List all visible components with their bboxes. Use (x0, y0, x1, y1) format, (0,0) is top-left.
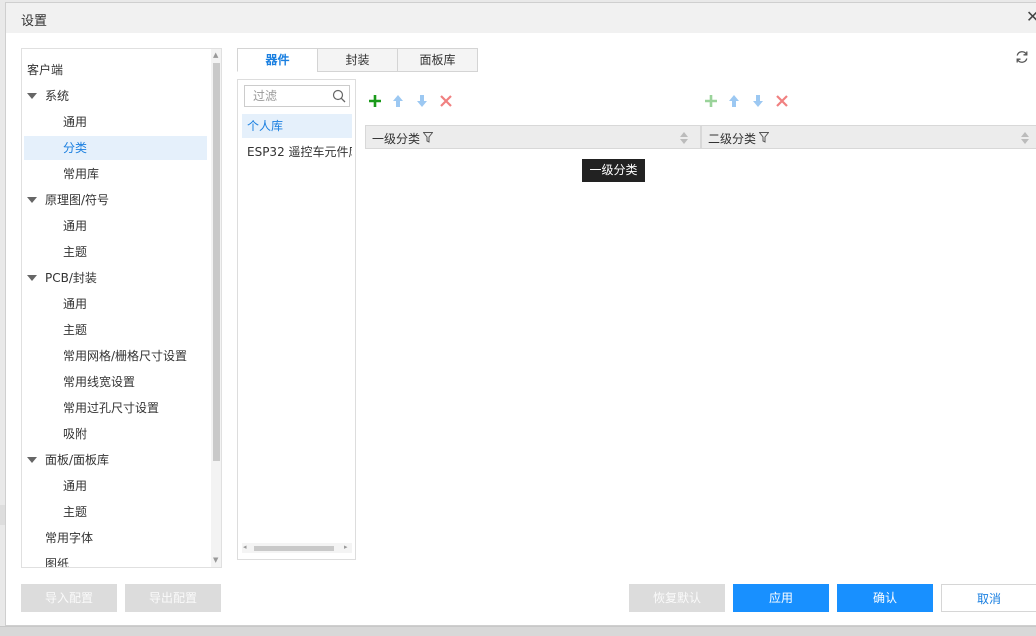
tree-item-label: 常用过孔尺寸设置 (63, 401, 160, 415)
cancel-button[interactable]: 取消 (941, 584, 1036, 612)
tree-item-pcb-via-size[interactable]: 常用过孔尺寸设置 (63, 396, 159, 420)
level1-column-header[interactable]: 一级分类 (365, 125, 701, 149)
tree-item-label: 通用 (63, 115, 88, 129)
tree-item-label: 原理图/符号 (45, 193, 110, 207)
tree-item-label: 主题 (63, 323, 88, 337)
tree-item-label: 常用网格/栅格尺寸设置 (63, 349, 188, 363)
apply-button[interactable]: 应用 (733, 584, 829, 612)
level2-column-header[interactable]: 二级分类 (701, 125, 1036, 149)
tree-item-label: 分类 (63, 141, 88, 155)
tree-item-label: 通用 (63, 479, 88, 493)
import-config-button[interactable]: 导入配置 (21, 584, 117, 612)
library-hscrollbar[interactable]: ◂ ▸ (242, 543, 352, 553)
tree-item-system-general[interactable]: 通用 (63, 110, 87, 134)
tab-component[interactable]: 器件 (237, 48, 318, 72)
tree-item-schematic-theme[interactable]: 主题 (63, 240, 87, 264)
tree-item-label: 常用线宽设置 (63, 375, 136, 389)
tree-item-pcb[interactable]: PCB/封装 (27, 266, 97, 290)
tree-item-panel[interactable]: 面板/面板库 (27, 448, 109, 472)
caret-down-icon[interactable] (27, 275, 37, 281)
close-icon[interactable]: ✕ (1026, 7, 1036, 27)
arrow-down-icon[interactable] (750, 93, 766, 109)
tree-item-pcb-general[interactable]: 通用 (63, 292, 87, 316)
title-bar: 设置 ✕ (6, 3, 1036, 33)
sort-icon[interactable] (679, 131, 689, 145)
column-tooltip: 一级分类 (582, 159, 645, 182)
dialog-title: 设置 (21, 14, 48, 29)
reset-default-button[interactable]: 恢复默认 (629, 584, 725, 612)
library-item-personal[interactable]: 个人库 (242, 114, 352, 138)
tree-item-label: 系统 (45, 89, 70, 103)
tree-scrollbar-thumb[interactable] (213, 63, 220, 461)
tree-item-system[interactable]: 系统 (27, 84, 69, 108)
tree-item-schematic[interactable]: 原理图/符号 (27, 188, 109, 212)
tree-item-label: 主题 (63, 505, 88, 519)
tree-item-panel-theme[interactable]: 主题 (63, 500, 87, 524)
tree-item-pcb-grid-size[interactable]: 常用网格/栅格尺寸设置 (63, 344, 187, 368)
tree-item-pcb-line-width[interactable]: 常用线宽设置 (63, 370, 135, 394)
level1-column-label: 一级分类 (372, 132, 421, 146)
funnel-icon[interactable] (759, 132, 769, 143)
refresh-icon[interactable] (1014, 49, 1030, 65)
tab-panel-library[interactable]: 面板库 (397, 48, 478, 72)
scroll-right-arrow-icon[interactable]: ▸ (344, 543, 348, 551)
library-hscrollbar-thumb[interactable] (254, 546, 334, 551)
settings-dialog: 设置 ✕ 客户端 系统 通用 分类 常用库 原理图/符号 通用 主题 PCB/封… (5, 2, 1036, 626)
tree-item-label: 常用库 (63, 167, 100, 181)
tree-item-label: 图纸 (45, 557, 70, 568)
arrow-down-icon[interactable] (414, 93, 430, 109)
sort-icon[interactable] (1020, 131, 1030, 145)
confirm-button[interactable]: 确认 (837, 584, 933, 612)
plus-icon[interactable] (703, 93, 719, 109)
export-config-button[interactable]: 导出配置 (125, 584, 221, 612)
tree-item-label: 面板/面板库 (45, 453, 110, 467)
tree-item-schematic-general[interactable]: 通用 (63, 214, 87, 238)
funnel-icon[interactable] (423, 132, 433, 143)
tab-footprint[interactable]: 封装 (317, 48, 398, 72)
caret-down-icon[interactable] (27, 93, 37, 99)
arrow-up-icon[interactable] (726, 93, 742, 109)
tree-item-label: 通用 (63, 297, 88, 311)
tree-item-system-category[interactable]: 分类 (24, 136, 207, 160)
tree-item-client[interactable]: 客户端 (27, 58, 63, 82)
library-filter-box (244, 85, 350, 107)
x-icon[interactable] (438, 93, 454, 109)
tree-item-pcb-snap[interactable]: 吸附 (63, 422, 87, 446)
tree-item-label: 客户端 (27, 63, 64, 77)
tree-scrollbar[interactable]: ▲ ▼ (211, 49, 221, 567)
library-panel: 个人库 ESP32 遥控车元件库 ◂ ▸ (237, 79, 356, 560)
tree-item-label: PCB/封装 (45, 271, 97, 285)
x-icon[interactable] (774, 93, 790, 109)
scroll-up-arrow-icon[interactable]: ▲ (213, 51, 218, 59)
library-item-esp32[interactable]: ESP32 遥控车元件库 (242, 140, 352, 164)
search-icon[interactable] (332, 89, 346, 103)
tree-item-label: 常用字体 (45, 531, 94, 545)
tree-item-pcb-theme[interactable]: 主题 (63, 318, 87, 342)
tree-item-label: 主题 (63, 245, 88, 259)
library-filter-input[interactable] (245, 86, 341, 106)
caret-down-icon[interactable] (27, 197, 37, 203)
tree-item-label: 通用 (63, 219, 88, 233)
tree-item-common-fonts[interactable]: 常用字体 (45, 526, 93, 550)
level2-column-label: 二级分类 (708, 132, 757, 146)
tree-item-drawing[interactable]: 图纸 (45, 552, 70, 568)
arrow-up-icon[interactable] (390, 93, 406, 109)
settings-nav-tree: 客户端 系统 通用 分类 常用库 原理图/符号 通用 主题 PCB/封装 通用 … (21, 48, 222, 568)
tree-item-panel-general[interactable]: 通用 (63, 474, 87, 498)
plus-icon[interactable] (367, 93, 383, 109)
caret-down-icon[interactable] (27, 457, 37, 463)
scroll-left-arrow-icon[interactable]: ◂ (243, 543, 247, 551)
tree-item-label: 吸附 (63, 427, 88, 441)
scroll-down-arrow-icon[interactable]: ▼ (213, 556, 218, 564)
tree-item-system-common-lib[interactable]: 常用库 (63, 162, 99, 186)
